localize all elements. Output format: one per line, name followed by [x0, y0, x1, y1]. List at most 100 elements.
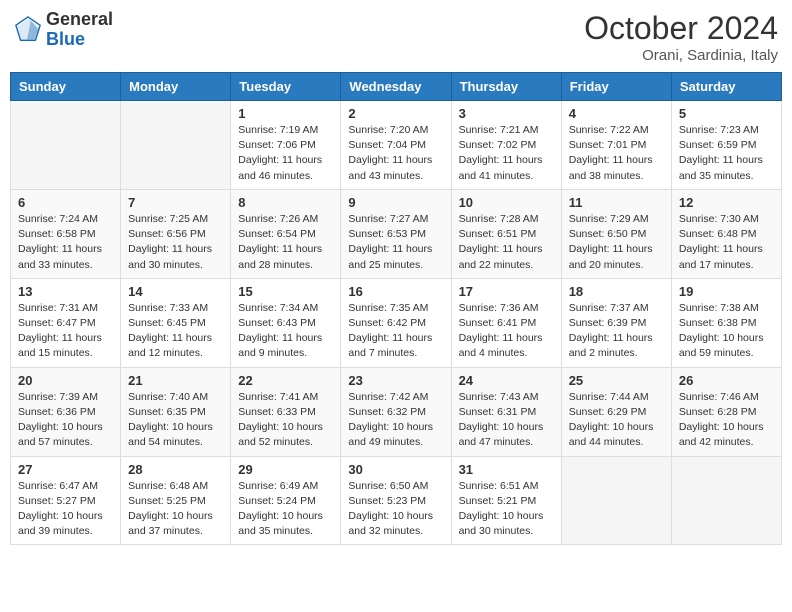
day-number: 6 — [18, 195, 113, 210]
weekday-header: Monday — [121, 73, 231, 101]
page-header: General Blue October 2024 Orani, Sardini… — [10, 10, 782, 64]
cell-content: Sunrise: 7:38 AMSunset: 6:38 PMDaylight:… — [679, 301, 774, 362]
calendar-cell: 30Sunrise: 6:50 AMSunset: 5:23 PMDayligh… — [341, 456, 451, 545]
cell-content: Sunrise: 7:36 AMSunset: 6:41 PMDaylight:… — [459, 301, 554, 362]
cell-content: Sunrise: 7:20 AMSunset: 7:04 PMDaylight:… — [348, 123, 443, 184]
day-number: 26 — [679, 373, 774, 388]
cell-content: Sunrise: 6:47 AMSunset: 5:27 PMDaylight:… — [18, 479, 113, 540]
cell-content: Sunrise: 7:37 AMSunset: 6:39 PMDaylight:… — [569, 301, 664, 362]
calendar-cell: 22Sunrise: 7:41 AMSunset: 6:33 PMDayligh… — [231, 367, 341, 456]
calendar-cell: 13 Sunrise: 7:31 AMSunset: 6:47 PMDayligh… — [11, 278, 121, 367]
week-row: 1 Sunrise: 7:19 AMSunset: 7:06 PMDaylight… — [11, 101, 782, 190]
calendar-cell: 11 Sunrise: 7:29 AMSunset: 6:50 PMDayligh… — [561, 189, 671, 278]
calendar-cell: 31 Sunrise: 6:51 AMSunset: 5:21 PMDayligh… — [451, 456, 561, 545]
calendar-cell: 9 Sunrise: 7:27 AMSunset: 6:53 PMDaylight… — [341, 189, 451, 278]
weekday-header: Saturday — [671, 73, 781, 101]
day-number: 24 — [459, 373, 554, 388]
cell-content: Sunrise: 7:23 AMSunset: 6:59 PMDaylight:… — [679, 123, 774, 184]
day-number: 25 — [569, 373, 664, 388]
day-number: 16 — [348, 284, 443, 299]
day-number: 4 — [569, 106, 664, 121]
weekday-header-row: SundayMondayTuesdayWednesdayThursdayFrid… — [11, 73, 782, 101]
cell-content: Sunrise: 7:21 AMSunset: 7:02 PMDaylight:… — [459, 123, 554, 184]
calendar-cell: 16 Sunrise: 7:35 AMSunset: 6:42 PMDayligh… — [341, 278, 451, 367]
day-number: 20 — [18, 373, 113, 388]
day-number: 5 — [679, 106, 774, 121]
logo-general-text: General — [46, 9, 113, 29]
day-number: 18 — [569, 284, 664, 299]
day-number: 19 — [679, 284, 774, 299]
logo-text: General Blue — [46, 10, 113, 50]
logo-icon — [14, 16, 42, 44]
calendar-cell: 19 Sunrise: 7:38 AMSunset: 6:38 PMDayligh… — [671, 278, 781, 367]
cell-content: Sunrise: 7:26 AMSunset: 6:54 PMDaylight:… — [238, 212, 333, 273]
day-number: 22 — [238, 373, 333, 388]
calendar-cell: 6 Sunrise: 7:24 AMSunset: 6:58 PMDaylight… — [11, 189, 121, 278]
calendar-cell — [121, 101, 231, 190]
calendar-cell: 14 Sunrise: 7:33 AMSunset: 6:45 PMDayligh… — [121, 278, 231, 367]
day-number: 28 — [128, 462, 223, 477]
cell-content: Sunrise: 6:49 AMSunset: 5:24 PMDaylight:… — [238, 479, 333, 540]
calendar-cell: 28 Sunrise: 6:48 AMSunset: 5:25 PMDayligh… — [121, 456, 231, 545]
calendar-cell: 29 Sunrise: 6:49 AMSunset: 5:24 PMDayligh… — [231, 456, 341, 545]
calendar-cell: 12Sunrise: 7:30 AMSunset: 6:48 PMDayligh… — [671, 189, 781, 278]
calendar-cell: 23 Sunrise: 7:42 AMSunset: 6:32 PMDayligh… — [341, 367, 451, 456]
cell-content: Sunrise: 7:46 AMSunset: 6:28 PMDaylight:… — [679, 390, 774, 451]
cell-content: Sunrise: 7:24 AMSunset: 6:58 PMDaylight:… — [18, 212, 113, 273]
calendar-cell: 8 Sunrise: 7:26 AMSunset: 6:54 PMDaylight… — [231, 189, 341, 278]
weekday-header: Friday — [561, 73, 671, 101]
day-number: 1 — [238, 106, 333, 121]
day-number: 14 — [128, 284, 223, 299]
calendar-cell: 24 Sunrise: 7:43 AMSunset: 6:31 PMDayligh… — [451, 367, 561, 456]
calendar-cell: 1 Sunrise: 7:19 AMSunset: 7:06 PMDaylight… — [231, 101, 341, 190]
weekday-header: Wednesday — [341, 73, 451, 101]
day-number: 31 — [459, 462, 554, 477]
calendar-cell — [671, 456, 781, 545]
calendar-cell — [11, 101, 121, 190]
cell-content: Sunrise: 7:43 AMSunset: 6:31 PMDaylight:… — [459, 390, 554, 451]
cell-content: Sunrise: 7:30 AMSunset: 6:48 PMDaylight:… — [679, 212, 774, 273]
cell-content: Sunrise: 6:51 AMSunset: 5:21 PMDaylight:… — [459, 479, 554, 540]
calendar-cell: 25Sunrise: 7:44 AMSunset: 6:29 PMDayligh… — [561, 367, 671, 456]
day-number: 27 — [18, 462, 113, 477]
day-number: 23 — [348, 373, 443, 388]
calendar-cell: 21Sunrise: 7:40 AMSunset: 6:35 PMDayligh… — [121, 367, 231, 456]
calendar-cell: 2 Sunrise: 7:20 AMSunset: 7:04 PMDaylight… — [341, 101, 451, 190]
calendar-cell: 3Sunrise: 7:21 AMSunset: 7:02 PMDaylight… — [451, 101, 561, 190]
day-number: 30 — [348, 462, 443, 477]
weekday-header: Thursday — [451, 73, 561, 101]
day-number: 10 — [459, 195, 554, 210]
cell-content: Sunrise: 7:29 AMSunset: 6:50 PMDaylight:… — [569, 212, 664, 273]
cell-content: Sunrise: 7:35 AMSunset: 6:42 PMDaylight:… — [348, 301, 443, 362]
calendar-cell: 17 Sunrise: 7:36 AMSunset: 6:41 PMDayligh… — [451, 278, 561, 367]
cell-content: Sunrise: 7:28 AMSunset: 6:51 PMDaylight:… — [459, 212, 554, 273]
calendar-cell: 20Sunrise: 7:39 AMSunset: 6:36 PMDayligh… — [11, 367, 121, 456]
calendar-cell: 5 Sunrise: 7:23 AMSunset: 6:59 PMDaylight… — [671, 101, 781, 190]
calendar-cell: 18 Sunrise: 7:37 AMSunset: 6:39 PMDayligh… — [561, 278, 671, 367]
day-number: 17 — [459, 284, 554, 299]
day-number: 9 — [348, 195, 443, 210]
day-number: 29 — [238, 462, 333, 477]
cell-content: Sunrise: 7:42 AMSunset: 6:32 PMDaylight:… — [348, 390, 443, 451]
day-number: 11 — [569, 195, 664, 210]
calendar-cell: 7Sunrise: 7:25 AMSunset: 6:56 PMDaylight… — [121, 189, 231, 278]
cell-content: Sunrise: 6:48 AMSunset: 5:25 PMDaylight:… — [128, 479, 223, 540]
cell-content: Sunrise: 7:31 AMSunset: 6:47 PMDaylight:… — [18, 301, 113, 362]
cell-content: Sunrise: 7:33 AMSunset: 6:45 PMDaylight:… — [128, 301, 223, 362]
calendar-table: SundayMondayTuesdayWednesdayThursdayFrid… — [10, 72, 782, 545]
cell-content: Sunrise: 7:40 AMSunset: 6:35 PMDaylight:… — [128, 390, 223, 451]
day-number: 8 — [238, 195, 333, 210]
month-title: October 2024 — [584, 10, 778, 47]
cell-content: Sunrise: 7:19 AMSunset: 7:06 PMDaylight:… — [238, 123, 333, 184]
weekday-header: Sunday — [11, 73, 121, 101]
week-row: 20Sunrise: 7:39 AMSunset: 6:36 PMDayligh… — [11, 367, 782, 456]
calendar-cell: 10 Sunrise: 7:28 AMSunset: 6:51 PMDayligh… — [451, 189, 561, 278]
calendar-cell: 15Sunrise: 7:34 AMSunset: 6:43 PMDayligh… — [231, 278, 341, 367]
location-text: Orani, Sardinia, Italy — [584, 47, 778, 64]
cell-content: Sunrise: 7:27 AMSunset: 6:53 PMDaylight:… — [348, 212, 443, 273]
day-number: 13 — [18, 284, 113, 299]
cell-content: Sunrise: 7:25 AMSunset: 6:56 PMDaylight:… — [128, 212, 223, 273]
calendar-cell — [561, 456, 671, 545]
calendar-cell: 26 Sunrise: 7:46 AMSunset: 6:28 PMDayligh… — [671, 367, 781, 456]
day-number: 2 — [348, 106, 443, 121]
